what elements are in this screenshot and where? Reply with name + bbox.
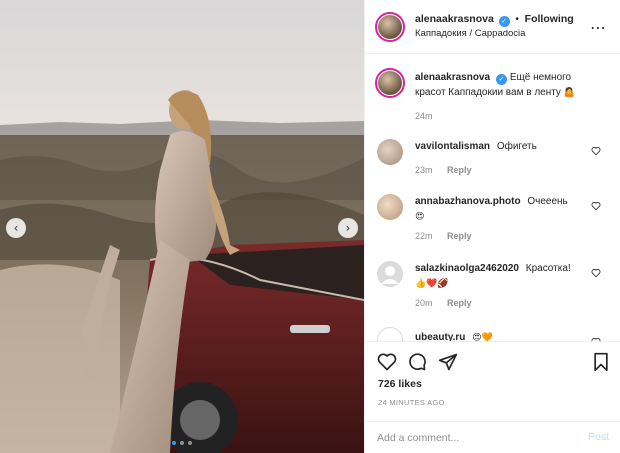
reply-button[interactable]: Reply: [447, 165, 472, 175]
caption-emoji: 🤷: [563, 88, 575, 98]
comment-text: Офигеть: [496, 141, 537, 152]
comment-username[interactable]: ubeauty.ru: [415, 332, 465, 341]
caption-time: 24m: [415, 111, 433, 121]
post-panel: alenaakrasnova ✓ • Following Каппадокия …: [364, 0, 620, 453]
like-heart-icon[interactable]: [377, 352, 397, 372]
carousel-indicator: [0, 441, 364, 445]
carousel-next-button[interactable]: ›: [338, 218, 358, 238]
author-avatar[interactable]: [375, 68, 405, 98]
reply-button[interactable]: Reply: [447, 298, 472, 308]
verified-badge-icon: ✓: [496, 74, 508, 85]
save-bookmark-icon[interactable]: [591, 352, 611, 372]
post-timestamp[interactable]: 24 MINUTES AGO: [378, 398, 445, 407]
following-button[interactable]: Following: [525, 13, 574, 25]
comment-emoji: 😍🧡: [472, 333, 493, 341]
carousel-prev-button[interactable]: ‹: [6, 218, 26, 238]
comment-emoji: 👍❤️🏈: [415, 279, 449, 289]
comment-username[interactable]: vavilontalisman: [415, 141, 490, 152]
chevron-right-icon: ›: [345, 221, 351, 235]
author-avatar[interactable]: [375, 11, 405, 42]
reply-button[interactable]: Reply: [447, 231, 472, 241]
comment-username[interactable]: annabazhanova.photo: [415, 196, 521, 207]
share-icon[interactable]: [438, 352, 458, 372]
location-link[interactable]: Каппадокия / Cappadocia: [415, 27, 574, 41]
add-comment-input[interactable]: [377, 430, 567, 446]
add-comment-bar: Post: [365, 421, 620, 453]
post-header: alenaakrasnova ✓ • Following Каппадокия …: [365, 0, 620, 54]
verified-badge-icon: ✓: [498, 16, 510, 27]
comment-icon[interactable]: [407, 352, 427, 372]
post-comment-button[interactable]: Post: [588, 431, 609, 443]
commenter-avatar[interactable]: [377, 139, 403, 165]
caption-username[interactable]: alenaakrasnova: [415, 72, 490, 83]
comment-time: 23m: [415, 165, 433, 175]
comments-list: alenaakrasnova ✓ Ещё немного красот Каппа…: [365, 55, 620, 341]
author-username[interactable]: alenaakrasnova: [415, 13, 494, 25]
comment-emoji: 😍: [415, 212, 425, 222]
like-comment-heart-icon[interactable]: [591, 201, 601, 211]
chevron-left-icon: ‹: [13, 221, 19, 235]
photo-illustration: [0, 0, 364, 453]
more-options-icon[interactable]: ⋯: [590, 18, 606, 37]
comment-time: 22m: [415, 231, 433, 241]
comment-text: Красотка!: [525, 263, 571, 274]
commenter-avatar[interactable]: [377, 327, 403, 341]
comment-time: 20m: [415, 298, 433, 308]
carousel-dot: [180, 441, 184, 445]
carousel-dot: [188, 441, 192, 445]
separator-dot: •: [515, 14, 519, 25]
post-photo[interactable]: ‹ ›: [0, 0, 364, 453]
like-comment-heart-icon[interactable]: [591, 268, 601, 278]
likes-count[interactable]: 726 likes: [378, 378, 422, 390]
comment-text: Очееень: [527, 196, 568, 207]
like-comment-heart-icon[interactable]: [591, 146, 601, 156]
comment-username[interactable]: salazkinaolga2462020: [415, 263, 519, 274]
commenter-avatar[interactable]: [377, 194, 403, 220]
carousel-dot: [172, 441, 176, 445]
default-avatar-icon: [381, 266, 399, 284]
commenter-avatar-placeholder[interactable]: [377, 261, 403, 287]
post-actions: 726 likes 24 MINUTES AGO: [365, 341, 620, 421]
